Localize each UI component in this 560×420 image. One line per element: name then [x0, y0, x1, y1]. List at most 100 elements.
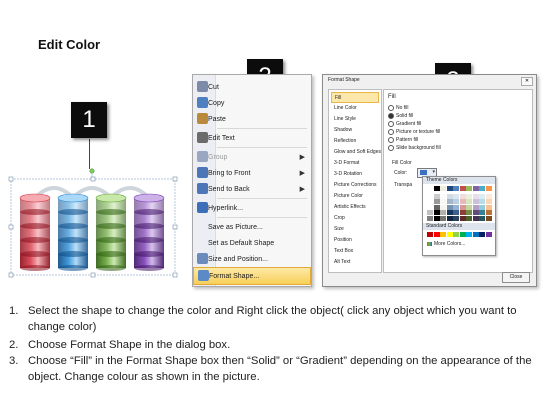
theme-color-swatch[interactable]	[459, 193, 466, 199]
theme-color-swatch[interactable]	[466, 193, 472, 199]
theme-color-swatch[interactable]	[453, 216, 459, 221]
menu-item-group[interactable]: Group ▶	[193, 149, 311, 165]
theme-color-swatch[interactable]	[440, 216, 446, 221]
fill-option-slide-background-fill[interactable]: Slide background fill	[388, 145, 441, 151]
theme-color-swatch[interactable]	[459, 199, 466, 205]
nav-item-fill[interactable]: Fill	[331, 92, 379, 103]
radio-button[interactable]	[388, 105, 394, 111]
theme-color-swatch[interactable]	[466, 186, 472, 191]
theme-color-swatch[interactable]	[459, 216, 466, 221]
cylinder-blue[interactable]	[57, 193, 89, 271]
resize-handle[interactable]	[172, 176, 178, 182]
theme-color-swatch[interactable]	[479, 199, 485, 205]
resize-handle[interactable]	[90, 176, 96, 182]
fill-option-gradient-fill[interactable]: Gradient fill	[388, 121, 421, 127]
menu-item-size-and-position[interactable]: Size and Position...	[193, 251, 311, 267]
menu-item-cut[interactable]: Cut	[193, 79, 311, 95]
cylinder-green[interactable]	[95, 193, 127, 271]
resize-handle[interactable]	[8, 176, 14, 182]
radio-button[interactable]	[388, 129, 394, 135]
close-icon[interactable]: ✕	[521, 77, 533, 86]
theme-color-swatch[interactable]	[427, 210, 433, 216]
radio-button[interactable]	[388, 137, 394, 143]
theme-color-swatch[interactable]	[479, 216, 485, 221]
radio-button[interactable]	[388, 121, 394, 127]
standard-color-swatch[interactable]	[446, 232, 453, 237]
theme-color-swatch[interactable]	[466, 210, 472, 216]
theme-color-swatch[interactable]	[440, 210, 446, 216]
theme-color-swatch[interactable]	[440, 186, 446, 191]
nav-item-picture-corrections[interactable]: Picture Corrections	[331, 180, 379, 191]
radio-button[interactable]	[388, 145, 394, 151]
fill-option-pattern-fill[interactable]: Pattern fill	[388, 137, 418, 143]
theme-color-swatch[interactable]	[459, 204, 466, 210]
nav-item-text-box[interactable]: Text Box	[331, 246, 379, 257]
theme-color-swatch[interactable]	[472, 193, 479, 199]
theme-color-swatch[interactable]	[446, 193, 453, 199]
theme-color-swatch[interactable]	[427, 186, 433, 191]
nav-item-reflection[interactable]: Reflection	[331, 136, 379, 147]
theme-color-swatch[interactable]	[433, 216, 440, 221]
theme-color-swatch[interactable]	[440, 199, 446, 205]
standard-color-swatch[interactable]	[485, 232, 492, 237]
fill-option-solid-fill[interactable]: Solid fill	[388, 113, 413, 119]
nav-item-artistic-effects[interactable]: Artistic Effects	[331, 202, 379, 213]
theme-color-swatch[interactable]	[427, 204, 433, 210]
theme-color-swatch[interactable]	[453, 193, 459, 199]
close-button[interactable]: Close	[502, 272, 530, 283]
menu-item-paste[interactable]: Paste	[193, 111, 311, 127]
standard-color-swatch[interactable]	[479, 232, 485, 237]
theme-color-swatch[interactable]	[446, 204, 453, 210]
resize-handle[interactable]	[172, 272, 178, 278]
theme-color-swatch[interactable]	[485, 199, 492, 205]
nav-item-picture-color[interactable]: Picture Color	[331, 191, 379, 202]
resize-handle[interactable]	[90, 272, 96, 278]
theme-color-swatch[interactable]	[472, 204, 479, 210]
more-colors-link[interactable]: More Colors...	[427, 241, 465, 247]
standard-color-swatch[interactable]	[433, 232, 440, 237]
theme-color-swatch[interactable]	[485, 204, 492, 210]
standard-color-swatch[interactable]	[427, 232, 433, 237]
cylinder-red[interactable]	[19, 193, 51, 271]
theme-color-swatch[interactable]	[453, 199, 459, 205]
theme-color-swatch[interactable]	[453, 204, 459, 210]
theme-color-swatch[interactable]	[446, 186, 453, 191]
theme-color-swatch[interactable]	[466, 199, 472, 205]
fill-option-no-fill[interactable]: No fill	[388, 105, 409, 111]
nav-item-line-color[interactable]: Line Color	[331, 103, 379, 114]
standard-color-swatch[interactable]	[453, 232, 459, 237]
theme-color-swatch[interactable]	[453, 210, 459, 216]
nav-item-line-style[interactable]: Line Style	[331, 114, 379, 125]
theme-color-swatch[interactable]	[472, 210, 479, 216]
nav-item-position[interactable]: Position	[331, 235, 379, 246]
theme-color-swatch[interactable]	[472, 216, 479, 221]
theme-color-swatch[interactable]	[485, 216, 492, 221]
theme-color-swatch[interactable]	[479, 210, 485, 216]
fill-option-picture-or-texture-fill[interactable]: Picture or texture fill	[388, 129, 440, 135]
cylinder-purple[interactable]	[133, 193, 165, 271]
theme-color-swatch[interactable]	[479, 186, 485, 191]
nav-item-3-d-format[interactable]: 3-D Format	[331, 158, 379, 169]
theme-color-swatch[interactable]	[433, 210, 440, 216]
theme-color-swatch[interactable]	[479, 193, 485, 199]
theme-color-swatch[interactable]	[427, 199, 433, 205]
theme-color-swatch[interactable]	[433, 186, 440, 191]
menu-item-bring-to-front[interactable]: Bring to Front ▶	[193, 165, 311, 181]
standard-color-swatch[interactable]	[472, 232, 479, 237]
menu-item-save-as-picture[interactable]: Save as Picture...	[193, 219, 311, 235]
menu-item-send-to-back[interactable]: Send to Back ▶	[193, 181, 311, 197]
resize-handle[interactable]	[8, 272, 14, 278]
standard-color-swatch[interactable]	[466, 232, 472, 237]
nav-item-shadow[interactable]: Shadow	[331, 125, 379, 136]
menu-item-edit-text[interactable]: Edit Text	[193, 130, 311, 146]
rotation-handle[interactable]	[89, 168, 95, 174]
theme-color-swatch[interactable]	[485, 210, 492, 216]
theme-color-swatch[interactable]	[433, 193, 440, 199]
theme-color-swatch[interactable]	[466, 216, 472, 221]
standard-color-swatch[interactable]	[459, 232, 466, 237]
theme-color-swatch[interactable]	[440, 193, 446, 199]
theme-color-swatch[interactable]	[440, 204, 446, 210]
theme-color-swatch[interactable]	[433, 199, 440, 205]
nav-item-glow-and-soft-edges[interactable]: Glow and Soft Edges	[331, 147, 381, 158]
menu-item-hyperlink[interactable]: Hyperlink...	[193, 200, 311, 216]
